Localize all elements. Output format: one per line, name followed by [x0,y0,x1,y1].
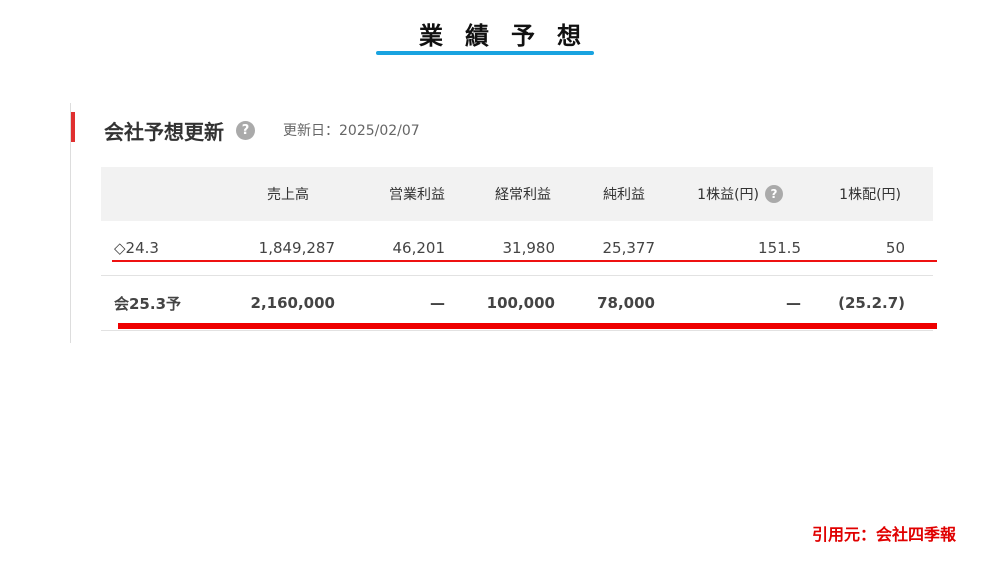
header-cell: 純利益 [603,187,645,203]
table-cell: 50 [885,239,905,257]
section-header: 会社予想更新 ? 更新日：2025/02/07 [104,115,420,145]
source-citation: 引用元：会社四季報 [811,525,956,544]
table-cell: ◇24.3 [114,239,159,257]
table-cell: 31,980 [502,239,556,257]
table-cell: 100,000 [486,294,555,312]
table-cell: 25,377 [602,239,656,257]
table-cell: — [430,294,445,312]
table-row: ◇24.3 1,849,287 46,201 31,980 25,377 151… [101,221,933,276]
title-underline [376,51,594,55]
table-cell: 151.5 [758,239,801,257]
forecast-panel: 会社予想更新 ? 更新日：2025/02/07 売上高 営業利益 経常利益 純利… [70,103,937,343]
slide-title: 業績予想 [419,22,603,50]
table-header-row: 売上高 営業利益 経常利益 純利益 1株益(円) ? 1株配(円) [101,167,933,221]
table-cell: 2,160,000 [250,294,335,312]
header-cell-eps: 1株益(円) ? [655,184,803,204]
table-cell: (25.2.7) [838,294,905,312]
question-circle-icon[interactable]: ? [236,120,255,140]
header-cell: 経常利益 [495,187,551,203]
header-cell: 1株配(円) [839,187,901,203]
question-circle-icon[interactable]: ? [765,185,783,203]
highlight-underline-thin [112,260,937,262]
forecast-table: 売上高 営業利益 経常利益 純利益 1株益(円) ? 1株配(円) ◇24.3 … [101,167,933,331]
section-title: 会社予想更新 [104,119,224,144]
table-cell: 78,000 [597,294,655,312]
header-cell-label: 1株益(円) [697,187,759,203]
table-cell: 1,849,287 [258,239,335,257]
table-cell: 46,201 [392,239,446,257]
table-cell: 会25.3予 [114,294,182,313]
header-cell: 売上高 [267,187,309,203]
update-date: 更新日：2025/02/07 [283,123,420,139]
header-cell: 営業利益 [389,187,445,203]
section-accent-bar [71,112,75,142]
table-cell: — [786,294,801,312]
highlight-underline-thick [118,323,937,329]
